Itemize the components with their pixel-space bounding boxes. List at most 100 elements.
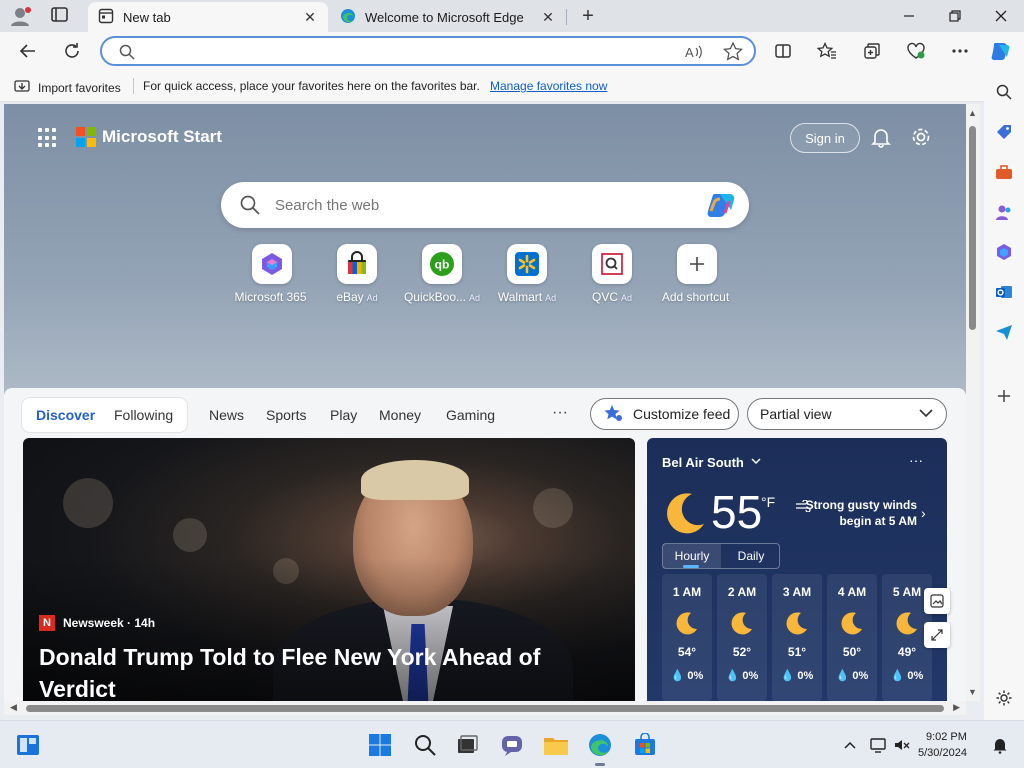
- story-headline[interactable]: Donald Trump Told to Flee New York Ahead…: [39, 641, 599, 701]
- tab-divider: [566, 9, 567, 25]
- widgets-icon[interactable]: [14, 731, 42, 759]
- view-mode-select[interactable]: Partial view: [747, 398, 947, 430]
- sidebar-people-icon[interactable]: [992, 200, 1016, 224]
- web-search-box[interactable]: [221, 182, 749, 228]
- shortcut-walmart[interactable]: Walmart Ad: [487, 244, 567, 304]
- sign-in-button[interactable]: Sign in: [790, 123, 860, 153]
- back-button[interactable]: [13, 36, 43, 66]
- brand-title: Microsoft Start: [102, 127, 222, 146]
- sidebar-shopping-tag-icon[interactable]: [992, 120, 1016, 144]
- tab-news[interactable]: News: [209, 407, 244, 423]
- manage-favorites-link[interactable]: Manage favorites now: [490, 79, 607, 93]
- task-view-icon[interactable]: [453, 731, 481, 759]
- shortcut-microsoft365[interactable]: Microsoft 365: [232, 244, 312, 304]
- tab-following[interactable]: Following: [114, 407, 173, 423]
- settings-more-button[interactable]: [945, 36, 975, 66]
- edge-taskbar-icon[interactable]: [586, 731, 614, 766]
- notifications-bell-icon[interactable]: [870, 126, 892, 148]
- new-tab-button[interactable]: +: [577, 5, 599, 27]
- search-icon: [118, 43, 136, 61]
- volume-muted-icon[interactable]: [888, 731, 916, 759]
- forecast-hour[interactable]: 4 AM 50° 💧 0%: [827, 574, 877, 701]
- weather-card[interactable]: Bel Air South ··· 55 °F Strong gusty win…: [647, 438, 947, 701]
- scroll-down-arrow-icon[interactable]: ▼: [968, 687, 977, 697]
- sidebar-microsoft365-icon[interactable]: [992, 240, 1016, 264]
- horizontal-scrollbar[interactable]: ◀ ▶: [4, 701, 966, 715]
- forecast-hour[interactable]: 2 AM 52° 💧 0%: [717, 574, 767, 701]
- app-launcher-icon[interactable]: [38, 128, 58, 148]
- close-tab-icon[interactable]: ✕: [302, 9, 318, 25]
- browser-toolbar: A: [0, 32, 1024, 70]
- microsoft-store-icon[interactable]: [631, 731, 659, 759]
- notifications-icon[interactable]: [986, 731, 1014, 759]
- sidebar-tools-icon[interactable]: [992, 160, 1016, 184]
- tab-sports[interactable]: Sports: [266, 407, 306, 423]
- web-search-input[interactable]: [275, 194, 695, 216]
- address-bar[interactable]: A: [100, 36, 756, 66]
- customize-feed-button[interactable]: Customize feed: [590, 398, 739, 430]
- copilot-button[interactable]: [986, 36, 1016, 66]
- weather-tabs: Hourly Daily: [662, 543, 780, 569]
- scroll-right-arrow-icon[interactable]: ▶: [953, 702, 960, 713]
- tab-discover[interactable]: Discover: [36, 407, 95, 423]
- taskbar-search-icon[interactable]: [411, 731, 439, 759]
- browser-essentials-button[interactable]: [901, 36, 931, 66]
- tab-play[interactable]: Play: [330, 407, 357, 423]
- scroll-up-arrow-icon[interactable]: ▲: [968, 108, 977, 118]
- sidebar-settings-gear-icon[interactable]: [992, 686, 1016, 710]
- address-input[interactable]: [146, 42, 666, 62]
- split-screen-button[interactable]: [768, 36, 798, 66]
- shortcut-qvc[interactable]: QVC Ad: [572, 244, 652, 304]
- forecast-hour[interactable]: 1 AM 54° 💧 0%: [662, 574, 712, 701]
- sidebar-outlook-icon[interactable]: [992, 280, 1016, 304]
- collections-button[interactable]: [857, 36, 887, 66]
- shortcut-add[interactable]: Add shortcut: [657, 244, 737, 304]
- close-window-button[interactable]: [978, 0, 1024, 32]
- system-clock[interactable]: 9:02 PM 5/30/2024: [918, 729, 967, 761]
- forecast-hour[interactable]: 3 AM 51° 💧 0%: [772, 574, 822, 701]
- copilot-icon[interactable]: [707, 191, 737, 219]
- forecast-precip: 💧 0%: [890, 670, 924, 682]
- restore-button[interactable]: [932, 0, 978, 32]
- read-aloud-icon[interactable]: A: [682, 41, 704, 63]
- scroll-left-arrow-icon[interactable]: ◀: [10, 702, 17, 713]
- sidebar-search-icon[interactable]: [992, 80, 1016, 104]
- tab-welcome-edge[interactable]: Welcome to Microsoft Edge ✕: [330, 2, 566, 32]
- scrollbar-thumb[interactable]: [969, 126, 976, 330]
- sidebar-add-icon[interactable]: [992, 384, 1016, 408]
- show-hidden-icons-chevron-icon[interactable]: [836, 731, 864, 759]
- tab-new-tab[interactable]: New tab ✕: [88, 2, 328, 32]
- forecast-time: 3 AM: [782, 585, 812, 599]
- chevron-right-icon[interactable]: ›: [921, 505, 926, 521]
- tab-money[interactable]: Money: [379, 407, 421, 423]
- more-tabs-button[interactable]: ···: [552, 404, 568, 422]
- start-windows-icon[interactable]: [366, 731, 394, 759]
- file-explorer-icon[interactable]: [542, 731, 570, 759]
- teams-chat-icon[interactable]: [498, 731, 526, 759]
- story-source-line: Newsweek · 14h: [63, 616, 156, 630]
- weather-alert[interactable]: Strong gusty winds begin at 5 AM: [793, 497, 917, 529]
- hourly-forecast: 1 AM 54° 💧 0% 2 AM 52° 💧 0% 3 AM 51° 💧 0…: [662, 574, 947, 701]
- shortcut-quickbooks[interactable]: qb QuickBoo... Ad: [402, 244, 482, 304]
- tab-gaming[interactable]: Gaming: [446, 407, 495, 423]
- expand-icon[interactable]: [924, 622, 950, 648]
- add-favorite-star-icon[interactable]: [722, 41, 744, 63]
- tab-actions-icon[interactable]: [50, 6, 72, 26]
- weather-more-button[interactable]: ···: [909, 452, 923, 468]
- tab-daily[interactable]: Daily: [722, 544, 780, 568]
- profile-icon[interactable]: [10, 6, 32, 26]
- minimize-button[interactable]: [886, 0, 932, 32]
- refresh-button[interactable]: [57, 36, 87, 66]
- shortcut-ebay[interactable]: eBay Ad: [317, 244, 397, 304]
- favorites-button[interactable]: [812, 36, 842, 66]
- weather-location-button[interactable]: Bel Air South: [662, 455, 762, 470]
- vertical-scrollbar[interactable]: ▲ ▼: [966, 104, 980, 701]
- page-settings-gear-icon[interactable]: [910, 126, 932, 148]
- top-story-card[interactable]: N Newsweek · 14h Donald Trump Told to Fl…: [23, 438, 635, 701]
- image-preview-icon[interactable]: [924, 588, 950, 614]
- tab-hourly[interactable]: Hourly: [663, 544, 721, 568]
- sidebar-send-icon[interactable]: [992, 320, 1016, 344]
- close-tab-icon[interactable]: ✕: [540, 9, 556, 25]
- import-favorites-button[interactable]: Import favorites: [14, 78, 121, 97]
- scrollbar-thumb[interactable]: [26, 705, 944, 712]
